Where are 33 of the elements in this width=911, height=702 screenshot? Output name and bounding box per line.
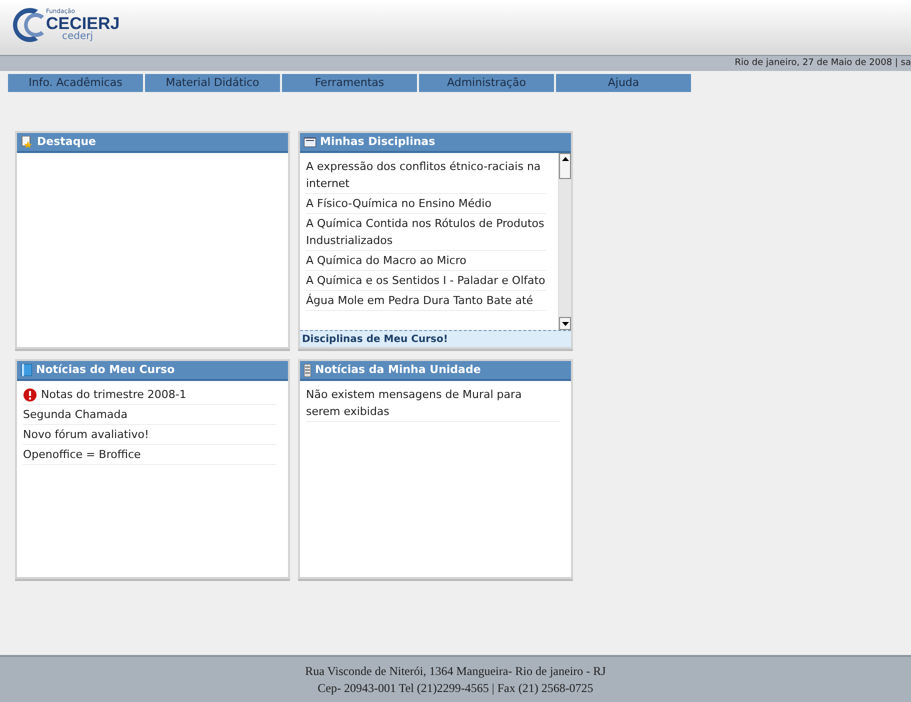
list-link[interactable]: Não existem mensagens de Mural para serem exibidas xyxy=(306,386,559,420)
nav-tab[interactable]: Administração xyxy=(419,74,554,92)
panel-title: Notícias da Minha Unidade xyxy=(315,362,481,378)
alert-icon xyxy=(23,388,37,402)
scroll-down-icon[interactable] xyxy=(562,322,568,326)
list-link[interactable]: A Química do Macro ao Micro xyxy=(306,252,466,269)
nav-tab[interactable]: Material Didático xyxy=(145,74,280,92)
list-link[interactable]: Notas do trimestre 2008-1 xyxy=(41,386,186,403)
list-link[interactable]: A Química Contida nos Rótulos de Produtos Industrializados xyxy=(306,215,546,249)
date-text: Rio de janeiro, 27 de Maio de 2008 | sa xyxy=(734,56,911,70)
scrollbar[interactable] xyxy=(558,153,571,330)
panel-title: Destaque xyxy=(37,134,96,150)
list-link[interactable]: Openoffice = Broffice xyxy=(23,446,141,463)
list-link[interactable]: A Química e os Sentidos I - Paladar e Olfato xyxy=(306,272,546,289)
nav-tab[interactable]: Ferramentas xyxy=(282,74,417,92)
panel-title: Notícias do Meu Curso xyxy=(36,362,175,378)
footer-text: Cep- 20943-001 Tel (21)2299-4565 | Fax (21) 2568-0725 xyxy=(318,680,594,696)
list-link[interactable]: A expressão dos conflitos étnico-raciais na internet xyxy=(306,158,546,192)
logo-text: CECIERJ xyxy=(46,14,120,32)
document-icon xyxy=(304,364,311,376)
logo-subtext: cederj xyxy=(61,32,94,42)
panel-footer-link[interactable]: Disciplinas de Meu Curso! xyxy=(300,330,571,347)
footer-text: Rua Visconde de Niterói, 1364 Mangueira- Rio de janeiro - RJ xyxy=(305,662,606,680)
panel-title: Minhas Disciplinas xyxy=(320,134,436,150)
list-link[interactable]: Novo fórum avaliativo! xyxy=(23,426,149,443)
book-icon xyxy=(21,364,32,376)
star-page-icon xyxy=(21,136,33,148)
nav-tab[interactable]: Info. Acadêmicas xyxy=(8,74,143,92)
nav-tab[interactable]: Ajuda xyxy=(556,74,691,92)
scroll-up-icon[interactable] xyxy=(562,157,568,161)
list-link[interactable]: A Físico-Química no Ensino Médio xyxy=(306,195,492,212)
list-link[interactable]: Água Mole em Pedra Dura Tanto Bate até xyxy=(306,292,534,309)
list-link[interactable]: Segunda Chamada xyxy=(23,406,128,423)
